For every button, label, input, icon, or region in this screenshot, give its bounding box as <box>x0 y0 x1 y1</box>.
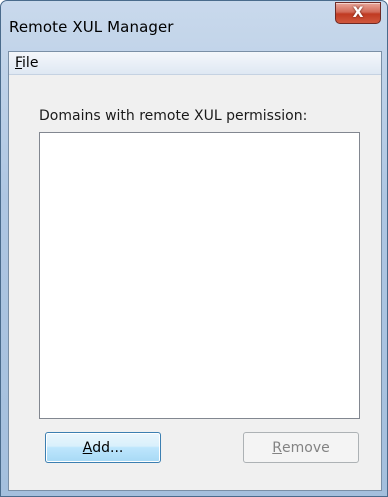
close-button[interactable]: X <box>335 2 381 24</box>
menu-file-label: ile <box>22 55 39 71</box>
dialog-client-area: File Domains with remote XUL permission:… <box>8 51 382 491</box>
domains-list-label: Domains with remote XUL permission: <box>39 108 308 124</box>
add-button-mnemonic: A <box>82 439 93 456</box>
window-title: Remote XUL Manager <box>9 18 174 36</box>
remove-button[interactable]: Remove <box>243 432 359 463</box>
menu-file-mnemonic: F <box>15 55 23 71</box>
remove-button-label: emove <box>282 439 330 456</box>
menu-bar: File <box>9 52 381 75</box>
menu-item-file[interactable]: File <box>13 55 40 71</box>
domains-listbox[interactable] <box>39 132 360 419</box>
dialog-window: Remote XUL Manager X File Domains with r… <box>0 0 388 497</box>
remove-button-mnemonic: R <box>272 439 282 456</box>
add-button-label: dd... <box>92 439 124 456</box>
title-bar[interactable]: Remote XUL Manager X <box>1 1 387 49</box>
add-button[interactable]: Add... <box>45 432 161 463</box>
close-icon: X <box>352 5 364 21</box>
